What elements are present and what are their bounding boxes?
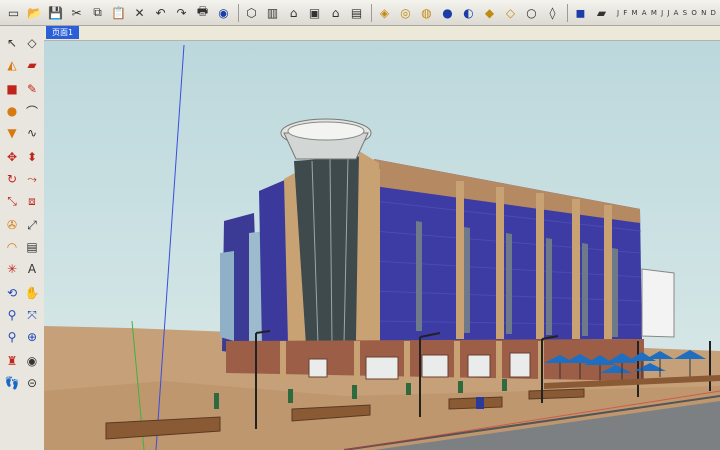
tower-crown-top [287, 121, 365, 141]
tower-masonry-right [356, 151, 379, 341]
dimension-icon[interactable]: ⤢ [23, 216, 41, 234]
toolbar-separator [238, 3, 239, 22]
zoom-window-icon[interactable]: ⤧ [23, 306, 41, 324]
shaded-icon[interactable]: ● [438, 3, 457, 22]
toolbar-separator [567, 3, 568, 22]
tool-palette: ↖ ◇ ◭ ▰ ■ ✎ ● ⌒ ▼ ∿ ✥ ⬍ ↻ ⤳ ⤡ ⧈ ✇ ⤢ ◠ ▤ … [0, 26, 45, 450]
info-icon[interactable]: ◉ [214, 3, 233, 22]
rectangle-icon[interactable]: ■ [3, 80, 21, 98]
scale-icon[interactable]: ⤡ [3, 192, 21, 210]
eraser-icon[interactable]: ▰ [23, 56, 41, 74]
scene-tab[interactable]: 页面1 [46, 26, 80, 39]
planter [448, 396, 503, 410]
section-icon[interactable]: ◇ [501, 3, 520, 22]
axes-icon[interactable]: ✳ [3, 260, 21, 278]
scene-tabs: 页面1 [44, 26, 720, 41]
protractor-icon[interactable]: ◠ [3, 238, 21, 256]
text-icon[interactable]: ▤ [23, 238, 41, 256]
shadow-icon[interactable]: ○ [522, 3, 541, 22]
textured-icon[interactable]: ◐ [459, 3, 478, 22]
offset-icon[interactable]: ⧈ [23, 192, 41, 210]
main-toolbar: ▭ 📂 💾 ✂ ⧉ 📋 ✕ ↶ ↷ 🖶 ◉ ⬡ ▥ ⌂ ▣ ⌂ ▤ ◈ ◎ ◍ … [0, 0, 720, 26]
building-model [44, 44, 720, 450]
rotate-icon[interactable]: ↻ [3, 170, 21, 188]
fog-settings-icon[interactable]: ▰ [592, 3, 611, 22]
polygon-icon[interactable]: ▼ [3, 124, 21, 142]
previous-view-icon[interactable]: ⚲ [3, 328, 21, 346]
paint-bucket-icon[interactable]: ◭ [3, 56, 21, 74]
cut-icon[interactable]: ✂ [67, 3, 86, 22]
shadow-settings-icon[interactable]: ◼ [571, 3, 590, 22]
planter [528, 388, 585, 400]
section-plane-icon[interactable]: ⊝ [23, 374, 41, 392]
walk-icon[interactable]: 👣 [3, 374, 21, 392]
component-icon[interactable]: ◇ [23, 34, 41, 52]
open-icon[interactable]: 📂 [25, 3, 44, 22]
select-icon[interactable]: ↖ [3, 34, 21, 52]
toolbar-separator [371, 3, 372, 22]
new-icon[interactable]: ▭ [4, 3, 23, 22]
save-icon[interactable]: 💾 [46, 3, 65, 22]
pan-icon[interactable]: ✋ [23, 284, 41, 302]
3d-text-icon[interactable]: A [23, 260, 41, 278]
billboard [641, 268, 675, 338]
front-view-icon[interactable]: ⌂ [284, 3, 303, 22]
back-view-icon[interactable]: ⌂ [326, 3, 345, 22]
trash-bin [476, 397, 484, 409]
top-view-icon[interactable]: ▥ [263, 3, 282, 22]
glass-tower [294, 156, 364, 345]
hidden-line-icon[interactable]: ◍ [417, 3, 436, 22]
undo-icon[interactable]: ↶ [151, 3, 170, 22]
xray-icon[interactable]: ◈ [375, 3, 394, 22]
fog-icon[interactable]: ◊ [543, 3, 562, 22]
orbit-icon[interactable]: ⟲ [3, 284, 21, 302]
left-wing-glass [220, 251, 234, 341]
right-view-icon[interactable]: ▣ [305, 3, 324, 22]
position-camera-icon[interactable]: ♜ [3, 352, 21, 370]
look-around-icon[interactable]: ◉ [23, 352, 41, 370]
arc-icon[interactable]: ⌒ [23, 102, 41, 120]
push-pull-icon[interactable]: ⬍ [23, 148, 41, 166]
move-icon[interactable]: ✥ [3, 148, 21, 166]
print-icon[interactable]: 🖶 [193, 3, 212, 22]
circle-icon[interactable]: ● [3, 102, 21, 120]
zoom-extents-icon[interactable]: ⊕ [23, 328, 41, 346]
paste-icon[interactable]: 📋 [109, 3, 128, 22]
month-slider[interactable]: J F M A M J J A S O N D [617, 9, 717, 17]
follow-me-icon[interactable]: ⤳ [23, 170, 41, 188]
monochrome-icon[interactable]: ◆ [480, 3, 499, 22]
copy-icon[interactable]: ⧉ [88, 3, 107, 22]
wireframe-icon[interactable]: ◎ [396, 3, 415, 22]
redo-icon[interactable]: ↷ [172, 3, 191, 22]
iso-view-icon[interactable]: ⬡ [242, 3, 261, 22]
model-viewport[interactable] [44, 41, 720, 450]
zoom-icon[interactable]: ⚲ [3, 306, 21, 324]
erase-icon[interactable]: ✕ [130, 3, 149, 22]
left-view-icon[interactable]: ▤ [347, 3, 366, 22]
freehand-icon[interactable]: ∿ [23, 124, 41, 142]
line-icon[interactable]: ✎ [23, 80, 41, 98]
tape-measure-icon[interactable]: ✇ [3, 216, 21, 234]
